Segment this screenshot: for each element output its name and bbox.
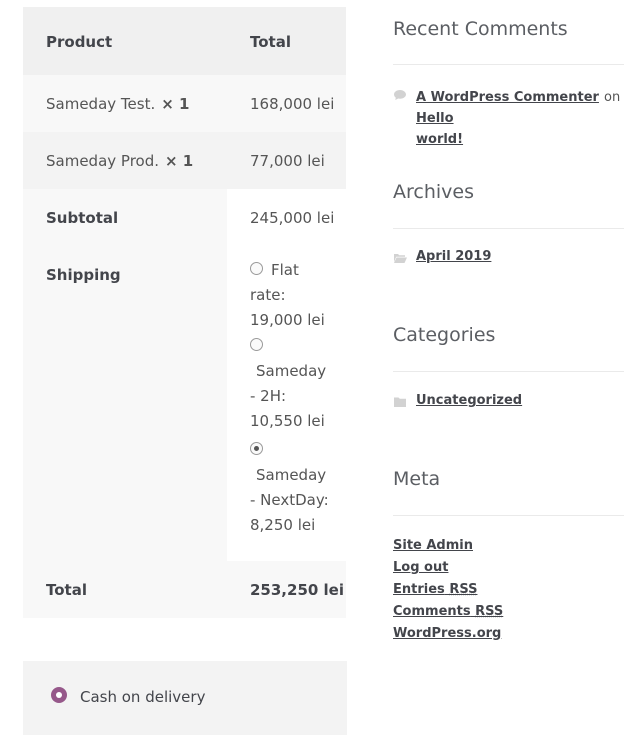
shipping-option-line: rate:: [250, 286, 286, 304]
header-total-label: Total: [250, 33, 291, 51]
cart-item-name: Sameday Test. × 1: [46, 95, 189, 113]
product-quantity: × 1: [161, 95, 190, 113]
cash-on-delivery-label[interactable]: Cash on delivery: [80, 688, 205, 706]
order-review-table: Product Total Sameday Test. × 1 168,000 l…: [23, 7, 346, 618]
payment-methods-box: Cash on delivery: [23, 661, 347, 735]
meta-title: Meta: [393, 468, 441, 490]
post-title-part: world!: [416, 132, 464, 147]
sameday-2h-radio[interactable]: [250, 338, 263, 351]
comments-rss-prefix: Comments: [393, 604, 471, 619]
sameday-nextday-radio[interactable]: [250, 442, 263, 455]
shipping-option-line: - 2H:: [250, 387, 287, 405]
shipping-row: Shipping Flat rate: 19,000 lei Sameday -…: [23, 246, 346, 561]
archive-link-april-2019[interactable]: April 2019: [416, 249, 491, 264]
widget-divider: [393, 371, 624, 372]
rss-abbr: RSS: [475, 604, 504, 619]
subtotal-value-cell: 245,000 lei: [227, 189, 346, 246]
folder-icon: [394, 397, 406, 407]
header-product-label: Product: [46, 33, 113, 51]
product-name: Sameday Prod.: [46, 152, 159, 170]
order-total-row: Total 253,250 lei: [23, 561, 346, 618]
header-product-cell: Product: [23, 7, 227, 75]
total-value: 253,250 lei: [250, 581, 344, 599]
comments-rss-link[interactable]: Comments RSS: [393, 604, 503, 619]
recent-comment-item: A WordPress Commenter on Hello world!: [416, 86, 624, 149]
total-label-cell: Total: [23, 561, 227, 618]
log-out-link[interactable]: Log out: [393, 560, 448, 575]
total-value-cell: 253,250 lei: [227, 561, 346, 618]
cart-item-name-cell: Sameday Prod. × 1: [23, 132, 227, 189]
cart-item-name-cell: Sameday Test. × 1: [23, 75, 227, 132]
comment-on-text: on: [604, 90, 621, 105]
shipping-option-line: Flat: [271, 261, 299, 279]
flat-rate-radio[interactable]: [250, 262, 263, 275]
comment-icon: [394, 90, 406, 100]
shipping-option-price: 8,250 lei: [250, 516, 316, 534]
widget-divider: [393, 515, 624, 516]
subtotal-value: 245,000 lei: [250, 209, 335, 227]
shipping-options-cell: Flat rate: 19,000 lei Sameday - 2H: 10,5…: [227, 246, 346, 561]
rss-abbr: RSS: [449, 582, 478, 597]
product-total: 77,000 lei: [250, 152, 325, 170]
table-header-row: Product Total: [23, 7, 346, 75]
shipping-label: Shipping: [46, 266, 121, 284]
categories-title: Categories: [393, 324, 496, 346]
cash-on-delivery-radio[interactable]: [51, 687, 67, 703]
shipping-option-sameday-nextday[interactable]: Sameday - NextDay: 8,250 lei: [250, 438, 340, 538]
shipping-option-sameday-2h[interactable]: Sameday - 2H: 10,550 lei: [250, 334, 340, 434]
post-title-part: Hello: [416, 111, 454, 126]
product-total: 168,000 lei: [250, 95, 335, 113]
total-label: Total: [46, 581, 87, 599]
subtotal-row: Subtotal 245,000 lei: [23, 189, 346, 246]
site-admin-link[interactable]: Site Admin: [393, 538, 473, 553]
archives-title: Archives: [393, 181, 474, 203]
shipping-option-price: 19,000 lei: [250, 311, 325, 329]
subtotal-label-cell: Subtotal: [23, 189, 227, 246]
folder-open-icon: [394, 254, 407, 263]
shipping-option-price: 10,550 lei: [250, 412, 325, 430]
comment-post-link[interactable]: Hello world!: [416, 111, 463, 147]
shipping-label-cell: Shipping: [23, 246, 227, 561]
comment-author-link[interactable]: A WordPress Commenter: [416, 90, 599, 105]
shipping-option-line: Sameday: [256, 362, 327, 380]
shipping-option-line: - NextDay:: [250, 491, 329, 509]
entries-rss-link[interactable]: Entries RSS: [393, 582, 477, 597]
header-total-cell: Total: [227, 7, 346, 75]
widget-divider: [393, 64, 624, 65]
cart-item-row: Sameday Prod. × 1 77,000 lei: [23, 132, 346, 189]
cart-item-total-cell: 168,000 lei: [227, 75, 346, 132]
widget-divider: [393, 228, 624, 229]
category-link-uncategorized[interactable]: Uncategorized: [416, 393, 522, 408]
shipping-option-line: Sameday: [256, 466, 327, 484]
recent-comments-title: Recent Comments: [393, 18, 568, 40]
cart-item-row: Sameday Test. × 1 168,000 lei: [23, 75, 346, 132]
wordpress-org-link[interactable]: WordPress.org: [393, 626, 501, 641]
cart-item-total-cell: 77,000 lei: [227, 132, 346, 189]
product-name: Sameday Test.: [46, 95, 156, 113]
cart-item-name: Sameday Prod. × 1: [46, 152, 193, 170]
shipping-option-flat-rate[interactable]: Flat rate: 19,000 lei: [250, 258, 340, 333]
entries-rss-prefix: Entries: [393, 582, 445, 597]
subtotal-label: Subtotal: [46, 209, 119, 227]
product-quantity: × 1: [165, 152, 194, 170]
